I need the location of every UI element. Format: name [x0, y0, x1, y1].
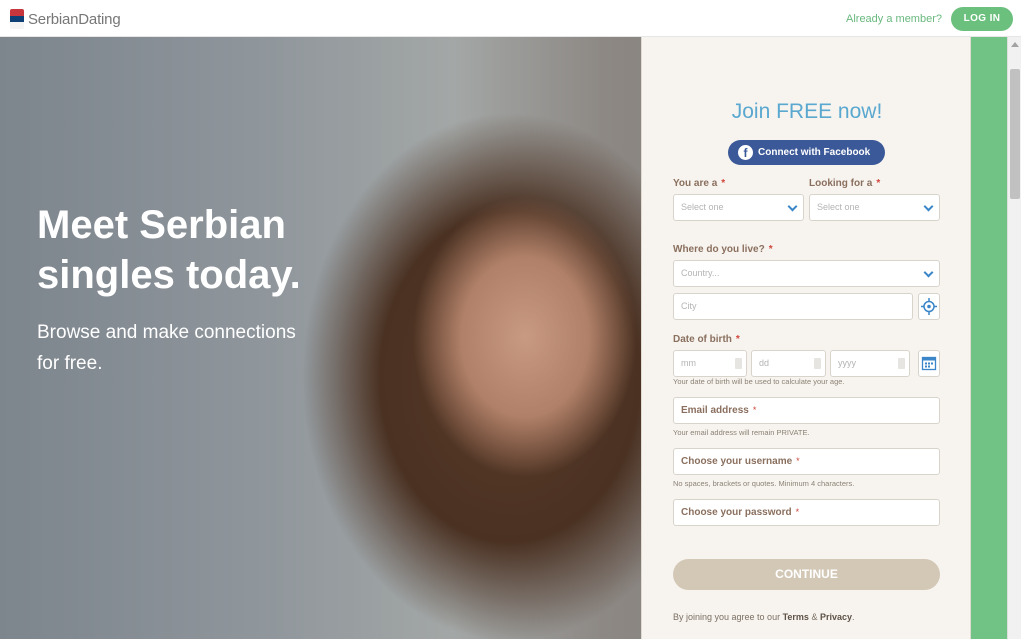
required-mark: * — [752, 405, 757, 415]
terms-link[interactable]: Terms — [783, 612, 809, 622]
signup-form: Join FREE now! f Connect with Facebook Y… — [641, 37, 971, 639]
continue-button[interactable]: CONTINUE — [673, 559, 940, 590]
dob-hint: Your date of birth will be used to calcu… — [673, 377, 845, 386]
username-input[interactable]: Choose your username * — [673, 448, 940, 475]
looking-for-value: Select one — [817, 202, 860, 212]
serbian-flag-icon — [10, 9, 24, 29]
required-mark: * — [795, 507, 800, 517]
facebook-icon: f — [738, 145, 753, 160]
hero-subline: Browse and make connections for free. — [37, 322, 296, 374]
dob-day-placeholder: dd — [759, 358, 770, 368]
calendar-button[interactable] — [918, 350, 940, 377]
country-placeholder: Country... — [681, 268, 720, 278]
stepper-arrows-icon[interactable] — [898, 358, 905, 369]
hero-headline: Meet Serbian singles today. — [37, 203, 301, 297]
required-mark: * — [876, 178, 881, 189]
page-scrollbar[interactable] — [1007, 37, 1021, 639]
already-member-text: Already a member? — [846, 13, 942, 25]
logo-text: SerbianDating — [28, 10, 121, 28]
location-label: Where do you live? * — [673, 244, 773, 255]
facebook-connect-button[interactable]: f Connect with Facebook — [728, 140, 885, 165]
privacy-link[interactable]: Privacy — [820, 612, 852, 622]
dob-year-placeholder: yyyy — [838, 358, 856, 368]
site-logo[interactable]: SerbianDating — [10, 8, 121, 30]
chevron-down-icon — [923, 267, 934, 278]
stepper-arrows-icon[interactable] — [735, 358, 742, 369]
dob-day-input[interactable]: dd — [751, 350, 826, 377]
username-hint: No spaces, brackets or quotes. Minimum 4… — [673, 479, 855, 488]
dob-label: Date of birth * — [673, 334, 740, 345]
username-label: Choose your username — [681, 456, 793, 467]
city-placeholder: City — [681, 301, 697, 311]
terms-notice: By joining you agree to our Terms & Priv… — [673, 612, 855, 622]
crosshair-location-icon — [921, 298, 937, 315]
password-label: Choose your password — [681, 507, 792, 518]
you-are-label: You are a * — [673, 178, 726, 189]
scrollbar-thumb[interactable] — [1010, 69, 1020, 199]
facebook-button-label: Connect with Facebook — [758, 147, 871, 158]
dob-month-placeholder: mm — [681, 358, 696, 368]
email-input[interactable]: Email address * — [673, 397, 940, 424]
you-are-select[interactable]: Select one — [673, 194, 804, 221]
chevron-down-icon — [787, 201, 798, 212]
dob-month-input[interactable]: mm — [673, 350, 747, 377]
looking-for-select[interactable]: Select one — [809, 194, 940, 221]
required-mark: * — [721, 178, 726, 189]
locate-me-button[interactable] — [918, 293, 940, 320]
email-label: Email address — [681, 405, 749, 416]
chevron-down-icon — [923, 201, 934, 212]
stepper-arrows-icon[interactable] — [814, 358, 821, 369]
email-hint: Your email address will remain PRIVATE. — [673, 428, 810, 437]
form-title: Join FREE now! — [731, 100, 883, 123]
looking-for-label: Looking for a * — [809, 178, 881, 189]
country-select[interactable]: Country... — [673, 260, 940, 287]
city-input[interactable]: City — [673, 293, 913, 320]
required-mark: * — [796, 456, 800, 466]
login-button[interactable]: LOG IN — [951, 7, 1013, 31]
top-navigation-bar: SerbianDating Already a member? LOG IN — [0, 0, 1021, 37]
required-mark: * — [768, 244, 773, 255]
required-mark: * — [735, 334, 740, 345]
password-input[interactable]: Choose your password * — [673, 499, 940, 526]
you-are-value: Select one — [681, 202, 724, 212]
calendar-icon — [921, 356, 937, 371]
dob-year-input[interactable]: yyyy — [830, 350, 910, 377]
scroll-up-arrow-icon[interactable] — [1011, 42, 1019, 47]
